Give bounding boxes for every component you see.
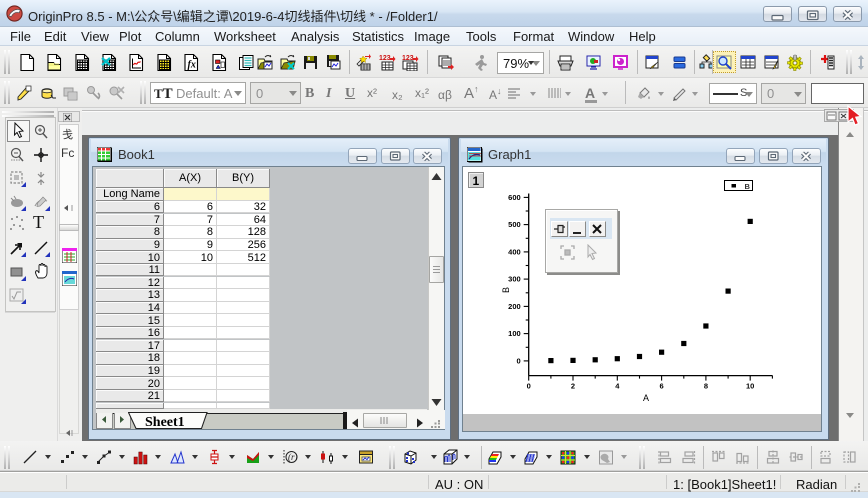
svg-text:T: T <box>33 212 44 232</box>
svg-text:123: 123 <box>379 55 391 62</box>
svg-text:Sheet1: Sheet1 <box>145 415 185 430</box>
svg-text:(r): (r) <box>288 452 298 462</box>
svg-text:fx: fx <box>188 60 196 71</box>
